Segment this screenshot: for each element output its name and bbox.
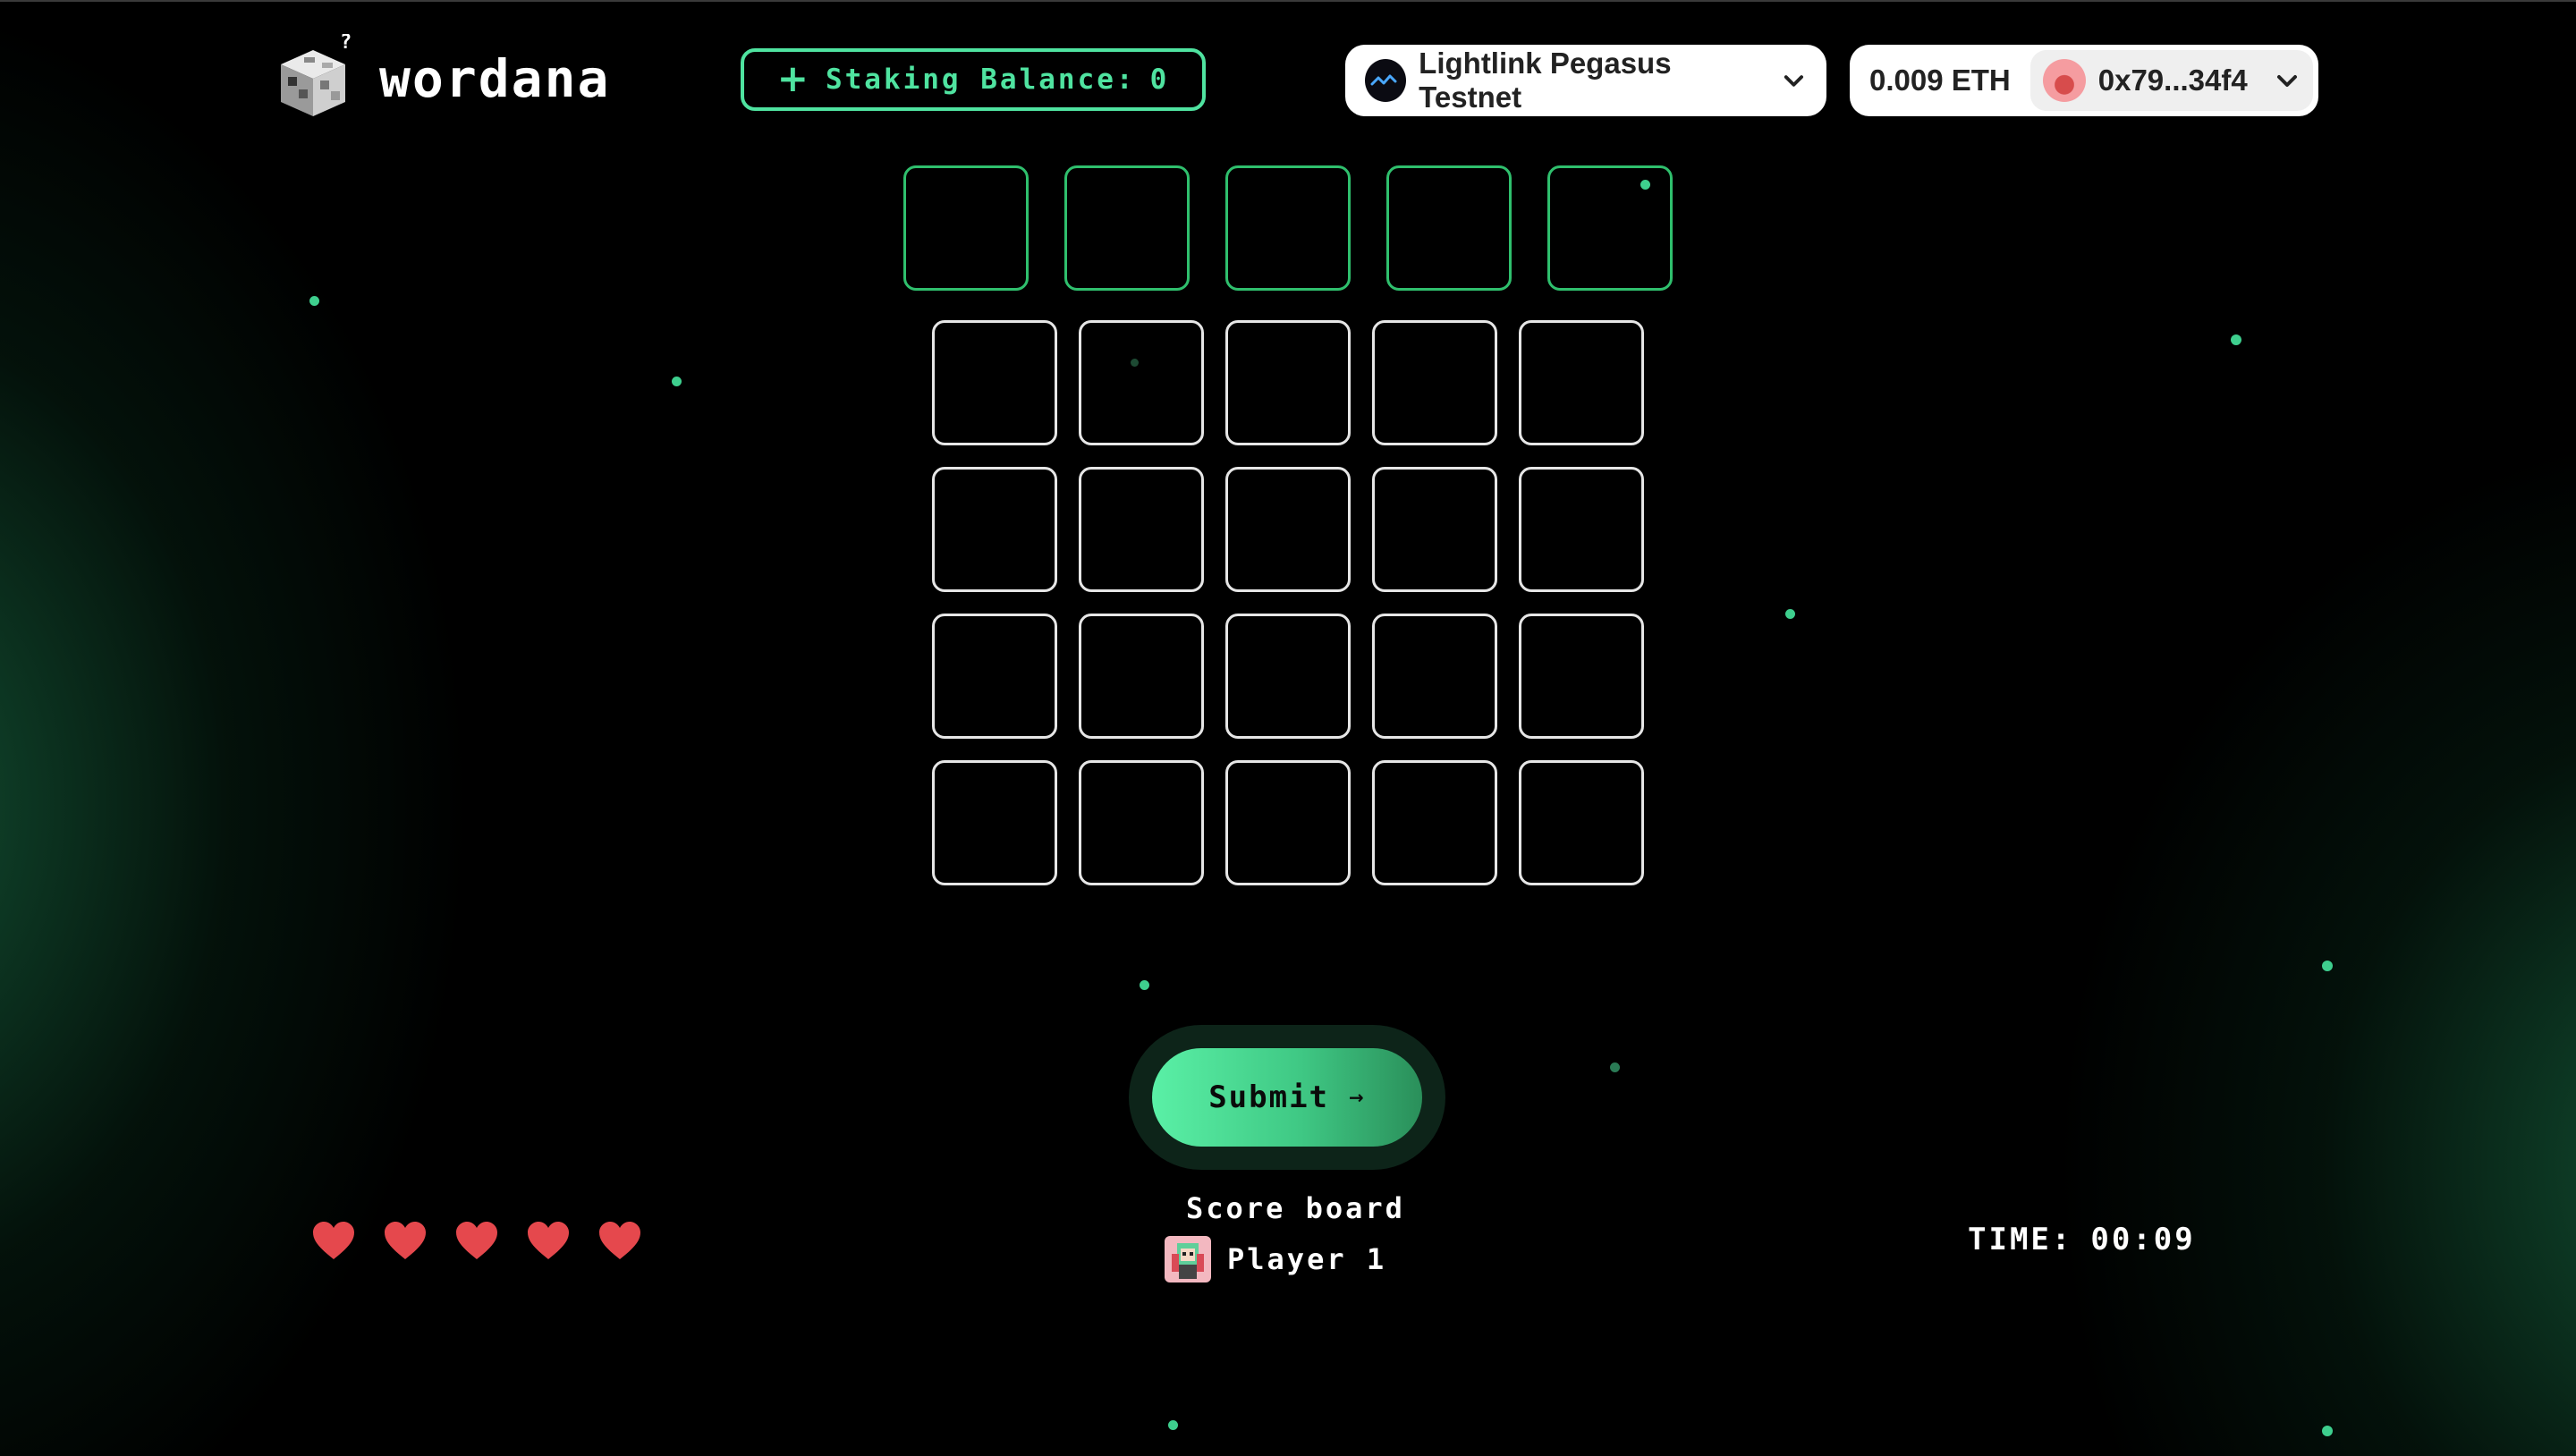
top-tile[interactable]	[1386, 165, 1512, 291]
grid-cell[interactable]	[1519, 467, 1644, 592]
grid-cell[interactable]	[1079, 467, 1204, 592]
particle-dot	[2322, 961, 2333, 971]
top-tile[interactable]	[1064, 165, 1190, 291]
account-selector[interactable]: 0x79...34f4	[2029, 50, 2313, 111]
network-selector[interactable]: Lightlink Pegasus Testnet	[1345, 45, 1826, 116]
heart-icon	[528, 1222, 569, 1259]
grid-cell[interactable]	[932, 614, 1057, 739]
heart-icon	[456, 1222, 497, 1259]
grid-cell[interactable]	[1519, 320, 1644, 445]
grid-cell[interactable]	[932, 320, 1057, 445]
timer-label: TIME:	[1968, 1222, 2073, 1257]
scoreboard-player: Player 1	[1165, 1236, 1386, 1282]
grid-cell[interactable]	[1225, 467, 1351, 592]
heart-icon	[313, 1222, 354, 1259]
staking-value: 0	[1149, 63, 1170, 96]
timer: TIME: 00:09	[1968, 1222, 2196, 1257]
top-tile[interactable]	[903, 165, 1029, 291]
top-border	[0, 0, 2576, 2]
grid-cell[interactable]	[1519, 760, 1644, 885]
top-tile[interactable]	[1547, 165, 1673, 291]
heart-icon	[599, 1222, 640, 1259]
top-tile[interactable]	[1225, 165, 1351, 291]
player-name: Player 1	[1227, 1242, 1387, 1276]
submit-button[interactable]: Submit →	[1152, 1048, 1422, 1147]
grid-cell[interactable]	[1225, 760, 1351, 885]
grid-cell[interactable]	[1079, 760, 1204, 885]
arrow-right-icon: →	[1349, 1087, 1366, 1108]
grid-cell[interactable]	[1079, 320, 1204, 445]
particle-dot	[672, 377, 682, 386]
grid-cell[interactable]	[1372, 760, 1497, 885]
particle-dot	[2322, 1426, 2333, 1436]
grid-cell[interactable]	[1372, 320, 1497, 445]
eth-balance: 0.009 ETH	[1869, 63, 2011, 97]
grid-cell[interactable]	[932, 467, 1057, 592]
grid-cell[interactable]	[1519, 614, 1644, 739]
particle-dot	[1168, 1420, 1178, 1430]
network-name: Lightlink Pegasus Testnet	[1419, 47, 1672, 114]
particle-dot	[2231, 334, 2241, 345]
wallet-avatar-icon	[2042, 59, 2086, 102]
heart-icon	[385, 1222, 426, 1259]
lightlink-icon	[1365, 59, 1407, 102]
staking-balance-button[interactable]: + Staking Balance: 0	[741, 48, 1206, 111]
app-logo[interactable]: ? wordana	[268, 34, 610, 123]
particle-dot	[309, 296, 319, 306]
svg-text:?: ?	[340, 34, 352, 54]
particle-dot	[1640, 180, 1650, 190]
grid-cell[interactable]	[1225, 320, 1351, 445]
wallet-address: 0x79...34f4	[2097, 63, 2248, 97]
staking-label: Staking Balance:	[825, 63, 1136, 96]
grid-cell[interactable]	[932, 760, 1057, 885]
cube-logo-icon: ?	[281, 34, 352, 116]
particle-dot	[1785, 609, 1795, 619]
timer-value: 00:09	[2090, 1222, 2196, 1257]
wallet-button[interactable]: 0.009 ETH 0x79...34f4	[1850, 45, 2318, 116]
grid-cell[interactable]	[1225, 614, 1351, 739]
grid-cell[interactable]	[1079, 614, 1204, 739]
grid-cell[interactable]	[1372, 467, 1497, 592]
app-name: wordana	[379, 48, 611, 109]
particle-dot	[1140, 980, 1149, 990]
particle-dot	[1131, 359, 1139, 367]
submit-label: Submit	[1208, 1079, 1330, 1115]
grid-cell[interactable]	[1372, 614, 1497, 739]
particle-dot	[1610, 1062, 1620, 1072]
player-avatar-icon	[1165, 1236, 1211, 1282]
chevron-down-icon	[2277, 75, 2297, 87]
scoreboard-title: Score board	[1186, 1191, 1405, 1225]
lives	[311, 1220, 642, 1261]
chevron-down-icon	[1784, 75, 1804, 87]
plus-icon: +	[776, 55, 811, 100]
